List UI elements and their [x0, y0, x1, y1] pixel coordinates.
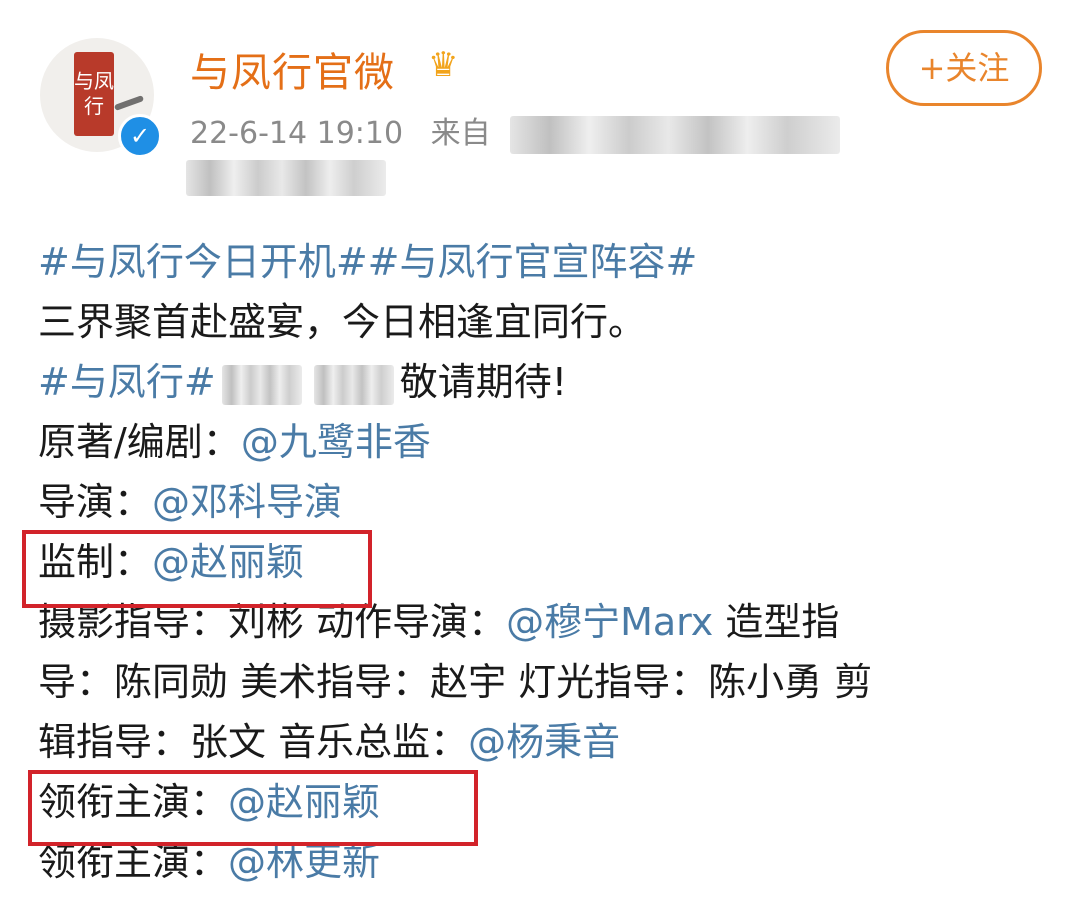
avatar-seal: 与凤行	[74, 52, 114, 136]
hashtag-link[interactable]: #与凤行#	[38, 360, 216, 404]
post-text-line: #与凤行# 敬请期待!	[38, 352, 1048, 412]
credit-text: 造型指	[713, 600, 840, 644]
mention-link[interactable]: @林更新	[228, 840, 380, 884]
blurred-text	[221, 364, 302, 405]
mention-link[interactable]: @杨秉音	[468, 720, 620, 764]
credit-text: 辑指导：张文 音乐总监：	[38, 720, 469, 764]
post-text-line: 三界聚首赴盛宴，今日相逢宜同行。	[38, 300, 647, 344]
post-time: 22-6-14 19:10	[190, 116, 404, 151]
post-text: 敬请期待!	[399, 360, 567, 404]
credit-label: 原著/编剧：	[38, 420, 241, 464]
mention-link[interactable]: @九鹭非香	[241, 420, 431, 464]
credit-line: 辑指导：张文 音乐总监：@杨秉音	[38, 712, 1048, 772]
mention-link[interactable]: @邓科导演	[152, 480, 342, 524]
ink-stroke	[113, 95, 145, 111]
post-meta: 22-6-14 19:10 来自	[190, 108, 491, 152]
credit-label: 领衔主演：	[38, 840, 229, 884]
verified-badge-icon: ✓	[118, 114, 162, 158]
follow-button[interactable]: +关注	[886, 30, 1042, 106]
blurred-text	[313, 364, 394, 405]
source-label: 来自	[430, 116, 491, 151]
hashtag-line: #与凤行今日开机##与凤行官宣阵容#	[38, 232, 1048, 292]
credit-label: 导演：	[38, 480, 153, 524]
crown-icon: ♛	[428, 45, 459, 85]
highlight-box-lead-actor	[28, 770, 478, 846]
credit-line: 导：陈同勋 美术指导：赵宇 灯光指导：陈小勇 剪	[38, 660, 873, 704]
blurred-source-line2	[186, 160, 386, 196]
mention-link[interactable]: @穆宁Marx	[506, 600, 713, 644]
hashtag-link[interactable]: #与凤行今日开机##与凤行官宣阵容#	[38, 240, 697, 284]
credit-line: 原著/编剧：@九鹭非香	[38, 412, 1048, 472]
credit-line: 导演：@邓科导演	[38, 472, 1048, 532]
post-header: 与凤行 ✓ 与凤行官微 ♛ 22-6-14 19:10 来自 +关注	[0, 0, 1080, 210]
highlight-box-supervisor	[22, 530, 372, 608]
account-name[interactable]: 与凤行官微	[190, 40, 395, 98]
blurred-source	[510, 116, 840, 154]
